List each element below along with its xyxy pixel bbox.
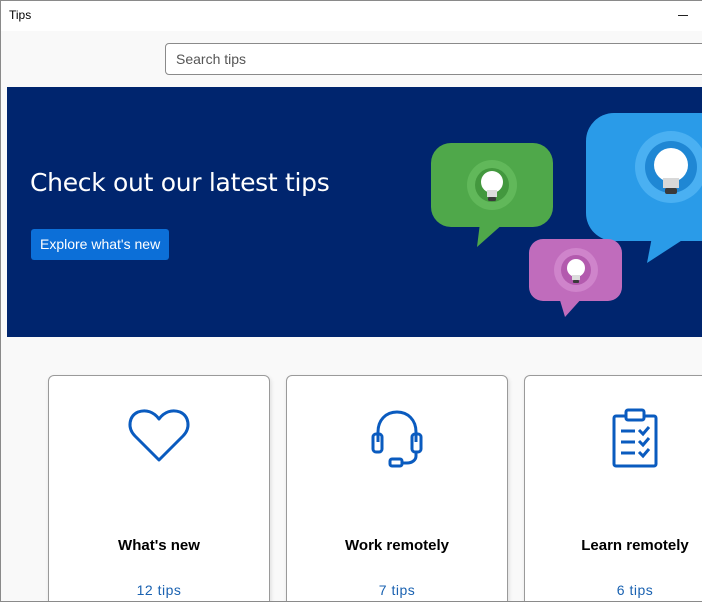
title-bar: Tips [1,1,702,31]
card-title: Work remotely [345,537,449,554]
card-work-remotely[interactable]: Work remotely 7 tips [286,375,508,601]
minimize-button[interactable] [663,1,702,31]
card-title: Learn remotely [581,537,689,554]
card-tip-count[interactable]: 7 tips [287,582,507,598]
tips-app-window: Tips Check out our latest tips Explore w… [0,0,702,602]
headset-icon [371,410,423,468]
heart-icon [128,409,190,462]
banner-headline: Check out our latest tips [30,168,330,197]
hero-banner: Check out our latest tips Explore what's… [7,87,702,337]
card-tip-count[interactable]: 12 tips [49,582,269,598]
explore-whats-new-button[interactable]: Explore what's new [31,229,170,260]
card-tip-count[interactable]: 6 tips [525,582,702,598]
card-title: What's new [118,537,200,554]
green-speech-bubble [431,143,553,247]
card-whats-new[interactable]: What's new 12 tips [48,375,270,601]
search-input[interactable] [166,44,702,74]
clipboard-checklist-icon [612,408,658,468]
pink-speech-bubble [529,239,622,317]
card-learn-remotely[interactable]: Learn remotely 6 tips [524,375,702,601]
search-box[interactable] [165,43,702,75]
speech-bubbles-lightbulb-illustration [431,113,702,317]
window-title: Tips [9,8,32,22]
